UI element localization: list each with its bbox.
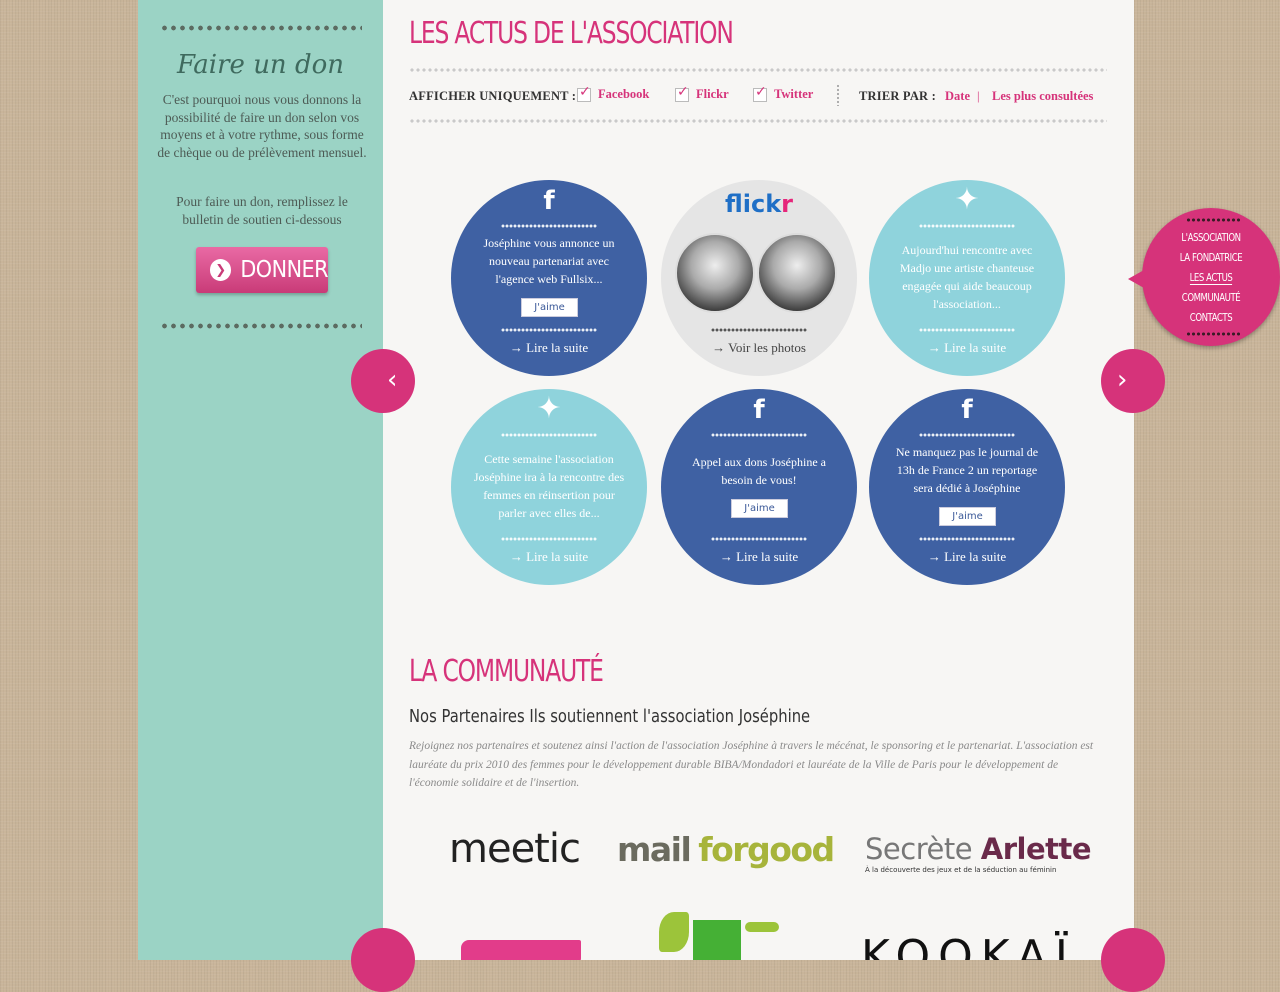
dotted-divider [1186, 332, 1242, 336]
dotted-divider [919, 224, 1015, 228]
dotted-divider [501, 433, 597, 437]
dotted-divider [711, 328, 807, 332]
don-description: C'est pourquoi nous vous donnons la poss… [157, 92, 367, 160]
sort-separator: | [977, 89, 980, 103]
carousel-next-button[interactable]: › [1101, 349, 1165, 413]
carousel-prev-button[interactable]: ‹ [351, 349, 415, 413]
post-bubble-facebook[interactable]: f Ne manquez pas le journal de 13h de Fr… [869, 389, 1065, 585]
facebook-icon: f [961, 395, 973, 425]
actus-title: LES ACTUS DE L'ASSOCIATION [409, 16, 734, 51]
arrow-right-icon: ❯ [210, 259, 232, 281]
post-text: Appel aux dons Joséphine a besoin de vou… [692, 455, 826, 487]
communaute-title: LA COMMUNAUTÉ [409, 654, 604, 689]
flickr-photo[interactable] [675, 233, 755, 313]
partner-logo-pink[interactable] [461, 930, 581, 960]
carousel-prev-button[interactable] [351, 928, 415, 992]
flickr-photo[interactable] [757, 233, 837, 313]
twitter-bird-icon: ✦ [536, 391, 562, 426]
checkbox-icon [675, 84, 689, 102]
checkbox-icon [753, 84, 767, 102]
read-more-link[interactable]: → Lire la suite [869, 340, 1065, 356]
nav-item-contacts[interactable]: CONTACTS [1157, 308, 1265, 328]
donner-button[interactable]: ❯ DONNER [196, 247, 328, 293]
dotted-divider [501, 328, 597, 332]
view-photos-link[interactable]: → Voir les photos [661, 340, 857, 356]
facebook-icon: f [753, 395, 765, 425]
nav-item-communaute[interactable]: COMMUNAUTÉ [1157, 288, 1265, 308]
dotted-separator [837, 84, 839, 106]
dotted-divider [1186, 218, 1242, 222]
flickr-icon: flickr [724, 190, 794, 218]
donner-label: DONNER [240, 257, 328, 283]
dotted-divider [160, 25, 362, 31]
dotted-divider [919, 328, 1015, 332]
dotted-divider [711, 537, 807, 541]
read-more-link[interactable]: → Lire la suite [661, 549, 857, 565]
partner-logo-green[interactable] [659, 908, 789, 960]
don-title: Faire un don [177, 50, 344, 80]
read-more-link[interactable]: → Lire la suite [869, 549, 1065, 565]
dotted-divider [409, 68, 1107, 72]
main-nav: L'ASSOCIATION LA FONDATRICE LES ACTUS CO… [1128, 208, 1280, 346]
sort-label: TRIER PAR : [859, 89, 936, 103]
page: Faire un don C'est pourquoi nous vous do… [138, 0, 1165, 992]
dotted-divider [711, 433, 807, 437]
dotted-divider [409, 119, 1107, 123]
twitter-bird-icon: ✦ [954, 182, 980, 217]
post-text: Ne manquez pas le journal de 13h de Fran… [895, 445, 1039, 495]
partners-subtitle: Nos Partenaires Ils soutiennent l'associ… [409, 706, 811, 727]
like-button[interactable]: J'aime [731, 499, 788, 518]
nav-item-fondatrice[interactable]: LA FONDATRICE [1157, 248, 1265, 268]
facebook-icon: f [543, 186, 555, 216]
dotted-divider [501, 224, 597, 228]
partner-logo-meetic[interactable]: meetic [449, 826, 581, 872]
don-instructions: Pour faire un don, remplissez le bulleti… [176, 194, 348, 227]
chevron-right-icon: › [1117, 365, 1128, 395]
filter-label: AFFICHER UNIQUEMENT : [409, 89, 577, 103]
post-bubble-facebook[interactable]: f Joséphine vous annonce un nouveau part… [451, 180, 647, 376]
carousel-next-button[interactable] [1101, 928, 1165, 992]
filter-bar: AFFICHER UNIQUEMENT : Facebook Flickr Tw… [409, 84, 1107, 107]
post-bubble-twitter[interactable]: ✦ Aujourd'hui rencontre avec Madjo une a… [869, 180, 1065, 376]
filter-flickr[interactable]: Flickr [675, 84, 729, 102]
dotted-divider [919, 537, 1015, 541]
read-more-link[interactable]: → Lire la suite [451, 340, 647, 356]
dotted-divider [919, 433, 1015, 437]
dotted-divider [501, 537, 597, 541]
nav-item-association[interactable]: L'ASSOCIATION [1157, 228, 1265, 248]
post-text: Cette semaine l'association Joséphine ir… [473, 452, 625, 520]
dotted-divider [160, 323, 362, 329]
filter-facebook[interactable]: Facebook [577, 84, 649, 102]
chevron-left-icon: ‹ [387, 365, 398, 395]
main-content: LES ACTUS DE L'ASSOCIATION AFFICHER UNIQ… [351, 0, 1165, 992]
sort-popular[interactable]: Les plus consultées [992, 89, 1093, 104]
partners-intro: Rejoignez nos partenaires et soutenez ai… [409, 740, 1094, 789]
nav-item-actus[interactable]: LES ACTUS [1157, 268, 1265, 288]
nav-list: L'ASSOCIATION LA FONDATRICE LES ACTUS CO… [1142, 228, 1280, 328]
checkbox-icon [577, 84, 591, 102]
post-bubble-twitter[interactable]: ✦ Cette semaine l'association Joséphine … [451, 389, 647, 585]
filter-twitter[interactable]: Twitter [753, 84, 813, 102]
partner-logo-kookai[interactable]: KOOKAÏ [861, 928, 1076, 960]
like-button[interactable]: J'aime [521, 298, 578, 317]
sort-date[interactable]: Date [945, 89, 970, 104]
partner-logo-secrete-arlette[interactable]: Secrète Arlette À la découverte des jeux… [865, 832, 1092, 874]
partner-logo-mailforgood[interactable]: mail forgood [617, 830, 835, 869]
sidebar-don: Faire un don C'est pourquoi nous vous do… [138, 0, 384, 960]
post-text: Aujourd'hui rencontre avec Madjo une art… [899, 243, 1035, 311]
post-bubble-facebook[interactable]: f Appel aux dons Joséphine a besoin de v… [661, 389, 857, 585]
like-button[interactable]: J'aime [939, 507, 996, 526]
read-more-link[interactable]: → Lire la suite [451, 549, 647, 565]
post-bubble-flickr[interactable]: flickr → Voir les photos [661, 180, 857, 376]
post-text: Joséphine vous annonce un nouveau parten… [483, 236, 615, 286]
